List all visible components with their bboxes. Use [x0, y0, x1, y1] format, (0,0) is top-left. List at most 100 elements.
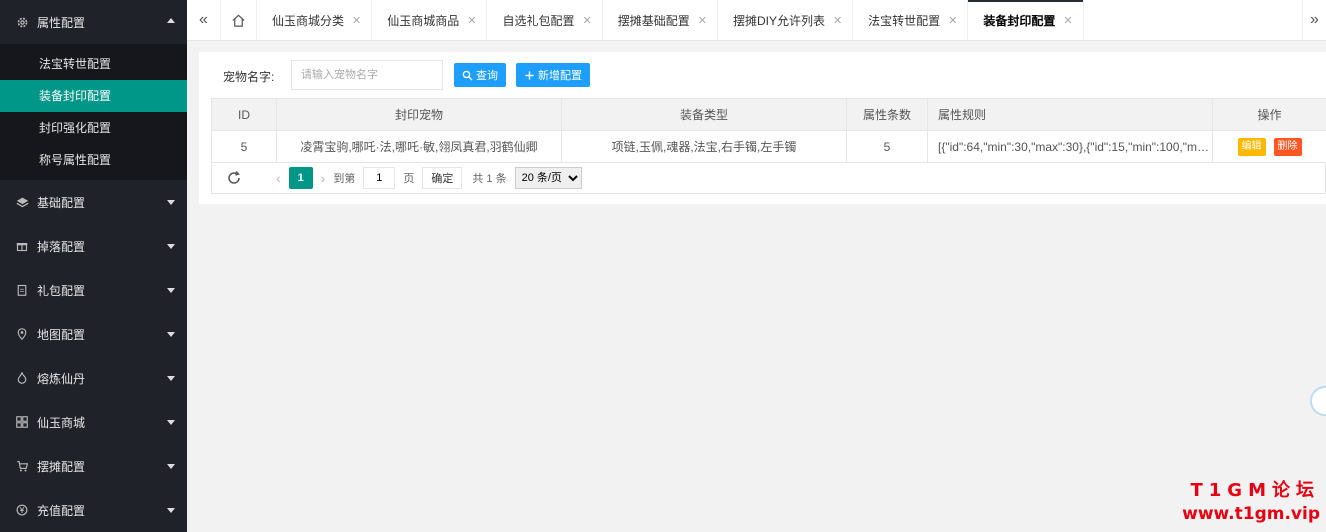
- close-icon[interactable]: ✕: [1063, 14, 1072, 27]
- cell-actions: 编辑 删除: [1212, 130, 1326, 163]
- fire-icon: [15, 371, 29, 385]
- nav-group-smelt-pill[interactable]: 熔炼仙丹: [0, 356, 187, 400]
- column-header-equip-type[interactable]: 装备类型: [561, 98, 847, 131]
- content-panel: 宠物名字: 查询 新增配置 ID 封印宠物 装备类型 属性条数 属性规则 操作: [199, 52, 1326, 204]
- tab-label: 摆摊基础配置: [617, 13, 690, 28]
- close-icon[interactable]: ✕: [582, 14, 591, 27]
- home-icon: [232, 14, 245, 27]
- page-size-select[interactable]: 20 条/页: [514, 166, 582, 189]
- table-header-row: ID 封印宠物 装备类型 属性条数 属性规则 操作: [211, 98, 1326, 131]
- cell-pets: 凌霄宝驹,哪吒·法,哪吒·敏,翎凤真君,羽鹤仙卿: [276, 130, 562, 163]
- tabs-scroll-left-button[interactable]: «: [187, 0, 221, 40]
- tab-optional-gift[interactable]: 自选礼包配置 ✕: [487, 0, 603, 40]
- close-icon[interactable]: ✕: [948, 14, 957, 27]
- chevron-down-icon: [167, 288, 175, 293]
- nav-group-label: 掉落配置: [37, 239, 86, 254]
- tabs-scroll-right-button[interactable]: »: [1302, 0, 1326, 40]
- plus-icon: [525, 70, 534, 80]
- close-icon[interactable]: ✕: [833, 14, 842, 27]
- chevron-down-icon: [167, 332, 175, 337]
- search-icon: [462, 70, 473, 80]
- nav-group-label: 礼包配置: [37, 283, 86, 298]
- current-page[interactable]: 1: [288, 166, 313, 189]
- apps-icon: [15, 415, 29, 429]
- chevron-up-icon: [167, 18, 175, 23]
- clipboard-icon: [15, 283, 29, 297]
- refresh-icon[interactable]: [226, 170, 242, 186]
- floating-widget-button[interactable]: [1310, 386, 1326, 416]
- nav-group-label: 仙玉商城: [37, 415, 86, 430]
- watermark-url: www.t1gm.vip: [1182, 504, 1320, 524]
- add-config-button[interactable]: 新增配置: [516, 63, 590, 87]
- cell-attr-count: 5: [846, 130, 928, 163]
- column-header-pets[interactable]: 封印宠物: [276, 98, 562, 131]
- location-pin-icon: [15, 327, 29, 341]
- chevron-down-icon: [167, 244, 175, 249]
- sidebar-item-artifact-rebirth[interactable]: 法宝转世配置: [0, 48, 187, 80]
- nav-group-attribute-config[interactable]: 属性配置: [0, 0, 187, 44]
- sidebar: 属性配置 法宝转世配置 装备封印配置 封印强化配置 称号属性配置 基础配置 掉落…: [0, 0, 187, 532]
- watermark-title: T1GM论坛: [1190, 480, 1320, 501]
- nav-group-label: 充值配置: [37, 503, 86, 518]
- column-header-actions: 操作: [1212, 98, 1326, 131]
- double-chevron-right-icon: »: [1310, 11, 1319, 28]
- tab-label: 摆摊DIY允许列表: [732, 13, 825, 28]
- goto-suffix: 页: [403, 172, 415, 185]
- prev-page-icon[interactable]: ‹: [276, 170, 281, 186]
- pet-name-label: 宠物名字:: [223, 70, 275, 84]
- goto-confirm-button[interactable]: 确定: [422, 166, 463, 189]
- nav-group-drop-config[interactable]: 掉落配置: [0, 224, 187, 268]
- column-header-attr-count[interactable]: 属性条数: [846, 98, 928, 131]
- layers-icon: [15, 195, 29, 209]
- delete-button[interactable]: 删除: [1273, 137, 1302, 156]
- nav-group-jade-shop[interactable]: 仙玉商城: [0, 400, 187, 444]
- tab-label: 法宝转世配置: [868, 13, 941, 28]
- nav-group-stall-config[interactable]: 摆摊配置: [0, 444, 187, 488]
- column-header-attr-rules[interactable]: 属性规则: [927, 98, 1213, 131]
- edit-button[interactable]: 编辑: [1237, 137, 1266, 156]
- sidebar-item-equip-seal[interactable]: 装备封印配置: [0, 80, 187, 112]
- watermark: T1GM论坛 www.t1gm.vip: [1182, 476, 1320, 524]
- cell-attr-rules: [{"id":64,"min":30,"max":30},{"id":15,"m…: [927, 130, 1213, 163]
- goto-page-input[interactable]: [363, 166, 396, 189]
- nav-group-gift-config[interactable]: 礼包配置: [0, 268, 187, 312]
- total-count: 共 1 条: [472, 172, 507, 185]
- column-header-id[interactable]: ID: [211, 98, 277, 131]
- nav-group-map-config[interactable]: 地图配置: [0, 312, 187, 356]
- table-row[interactable]: 5 凌霄宝驹,哪吒·法,哪吒·敏,翎凤真君,羽鹤仙卿 项链,玉佩,魂器,法宝,右…: [211, 130, 1326, 163]
- sidebar-item-seal-enhance[interactable]: 封印强化配置: [0, 112, 187, 144]
- tab-stall-basic[interactable]: 摆摊基础配置 ✕: [603, 0, 718, 40]
- chevron-down-icon: [167, 200, 175, 205]
- tab-artifact-rebirth[interactable]: 法宝转世配置 ✕: [853, 0, 969, 40]
- sidebar-item-title-attr[interactable]: 称号属性配置: [0, 144, 187, 176]
- query-button-label: 查询: [476, 70, 498, 82]
- query-button[interactable]: 查询: [454, 63, 506, 87]
- goto-prefix: 到第: [333, 172, 356, 185]
- tab-stall-diy-allow[interactable]: 摆摊DIY允许列表 ✕: [718, 0, 854, 40]
- chevron-down-icon: [167, 376, 175, 381]
- cell-id: 5: [211, 130, 277, 163]
- nav-group-recharge-config[interactable]: 充值配置: [0, 488, 187, 532]
- close-icon[interactable]: ✕: [352, 14, 361, 27]
- close-icon[interactable]: ✕: [467, 14, 476, 27]
- nav-group-basic-config[interactable]: 基础配置: [0, 180, 187, 224]
- seal-config-table: ID 封印宠物 装备类型 属性条数 属性规则 操作 5 凌霄宝驹,哪吒·法,哪吒…: [211, 98, 1326, 163]
- cart-icon: [15, 459, 29, 473]
- tab-label: 仙玉商城分类: [272, 13, 345, 28]
- tab-jade-shop-category[interactable]: 仙玉商城分类 ✕: [257, 0, 373, 40]
- close-icon[interactable]: ✕: [698, 14, 707, 27]
- gear-icon: [15, 15, 29, 29]
- nav-group-label: 属性配置: [37, 15, 86, 30]
- next-page-icon[interactable]: ›: [321, 170, 326, 186]
- tab-home[interactable]: [221, 0, 257, 40]
- tab-label: 装备封印配置: [983, 13, 1056, 28]
- nav-group-label: 摆摊配置: [37, 459, 86, 474]
- double-chevron-left-icon: «: [199, 11, 208, 28]
- search-form: 宠物名字: 查询 新增配置: [199, 60, 1326, 90]
- nav-group-label: 基础配置: [37, 195, 86, 210]
- pet-name-input[interactable]: [291, 60, 443, 90]
- tab-equip-seal[interactable]: 装备封印配置 ✕: [968, 0, 1084, 40]
- subnav-attribute-config: 法宝转世配置 装备封印配置 封印强化配置 称号属性配置: [0, 44, 187, 180]
- nav-group-label: 地图配置: [37, 327, 86, 342]
- tab-jade-shop-goods[interactable]: 仙玉商城商品 ✕: [372, 0, 488, 40]
